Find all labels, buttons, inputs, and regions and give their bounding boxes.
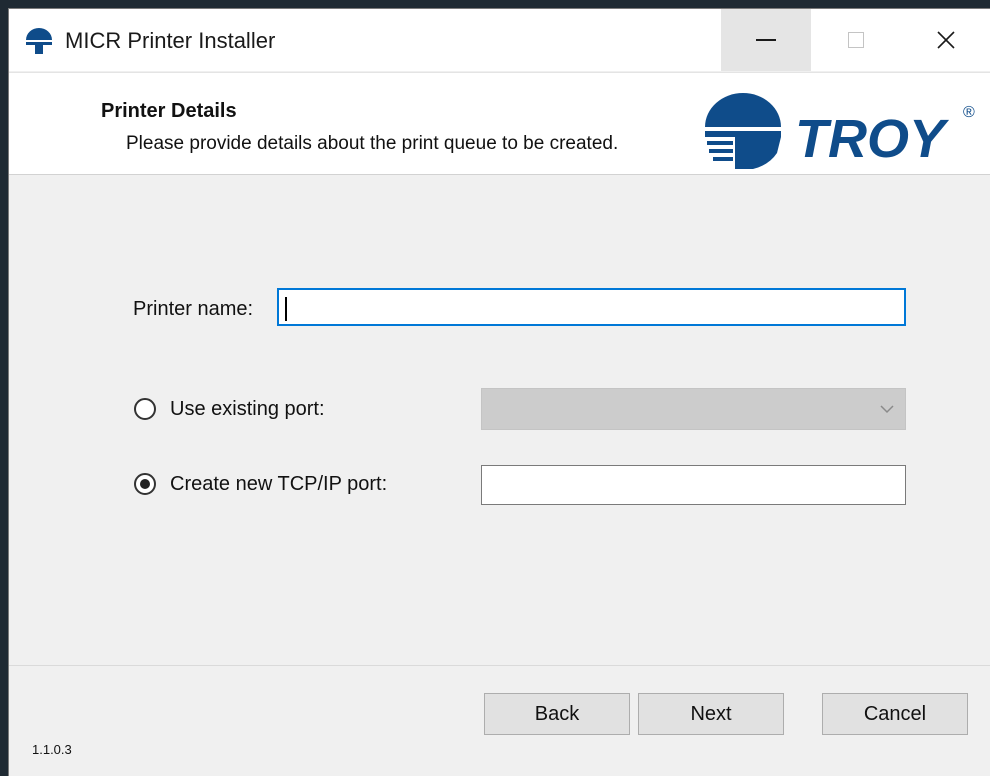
maximize-button[interactable]	[811, 9, 901, 71]
printer-name-label: Printer name:	[133, 298, 254, 320]
next-button[interactable]: Next	[638, 693, 784, 735]
page-title: Printer Details	[101, 100, 237, 122]
close-button[interactable]	[901, 9, 990, 71]
radio-selected-dot	[140, 479, 150, 489]
printer-name-input[interactable]	[277, 288, 906, 326]
troy-app-icon	[26, 28, 52, 54]
cancel-button[interactable]: Cancel	[822, 693, 968, 735]
close-icon	[937, 31, 955, 49]
new-port-input[interactable]	[481, 465, 906, 505]
version-label: 1.1.0.3	[32, 742, 72, 757]
chevron-down-icon	[880, 405, 894, 414]
maximize-icon	[848, 32, 864, 48]
minimize-button[interactable]	[721, 9, 811, 71]
create-new-port-radio[interactable]	[134, 473, 156, 495]
existing-port-dropdown[interactable]	[481, 388, 906, 430]
use-existing-port-radio[interactable]	[134, 398, 156, 420]
title-bar[interactable]: MICR Printer Installer	[9, 9, 990, 71]
create-new-port-label[interactable]: Create new TCP/IP port:	[170, 473, 387, 496]
registered-mark: ®	[963, 104, 975, 121]
troy-logo: TROY ®	[705, 93, 975, 169]
page-header: Printer Details Please provide details a…	[9, 72, 990, 175]
minimize-icon	[756, 39, 776, 41]
footer-divider	[9, 665, 990, 666]
window-title: MICR Printer Installer	[65, 28, 276, 53]
text-caret	[285, 297, 287, 321]
use-existing-port-label[interactable]: Use existing port:	[170, 398, 325, 421]
back-button[interactable]: Back	[484, 693, 630, 735]
installer-window: MICR Printer Installer Printer Details P…	[8, 8, 990, 776]
logo-wordmark: TROY	[795, 109, 950, 169]
page-subtitle: Please provide details about the print q…	[126, 133, 619, 154]
